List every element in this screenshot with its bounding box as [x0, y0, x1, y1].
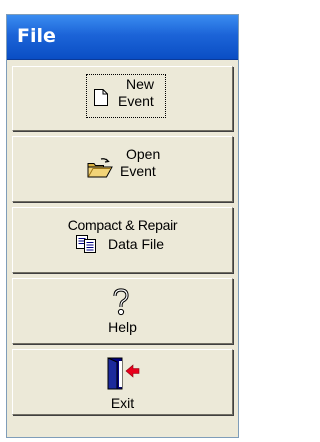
new-document-icon: [94, 89, 108, 109]
open-event-button[interactable]: Open Event: [12, 136, 233, 202]
open-event-label-line1: Open: [126, 146, 161, 162]
panel-title-bar: File: [7, 15, 238, 60]
exit-label: Exit: [110, 395, 135, 411]
compact-repair-button[interactable]: Compact & Repair Data File: [12, 207, 233, 273]
help-label: Help: [108, 319, 137, 335]
compact-repair-label-line2: Data File: [108, 236, 165, 252]
question-mark-icon: [112, 288, 130, 319]
help-button[interactable]: Help: [12, 278, 233, 344]
new-event-button[interactable]: New Event: [12, 66, 233, 131]
new-event-label-line2: Event: [118, 93, 154, 109]
open-folder-icon: [87, 158, 113, 181]
new-event-label-line1: New: [126, 76, 155, 92]
compact-repair-label-line1: Compact & Repair: [67, 217, 178, 233]
copy-documents-icon: [76, 235, 98, 256]
file-panel: File New Event Open Event Compact & Repa…: [6, 14, 239, 438]
open-event-label-line2: Event: [120, 163, 156, 179]
panel-title: File: [17, 25, 56, 47]
exit-door-icon: [106, 357, 140, 394]
exit-button[interactable]: Exit: [12, 349, 233, 415]
